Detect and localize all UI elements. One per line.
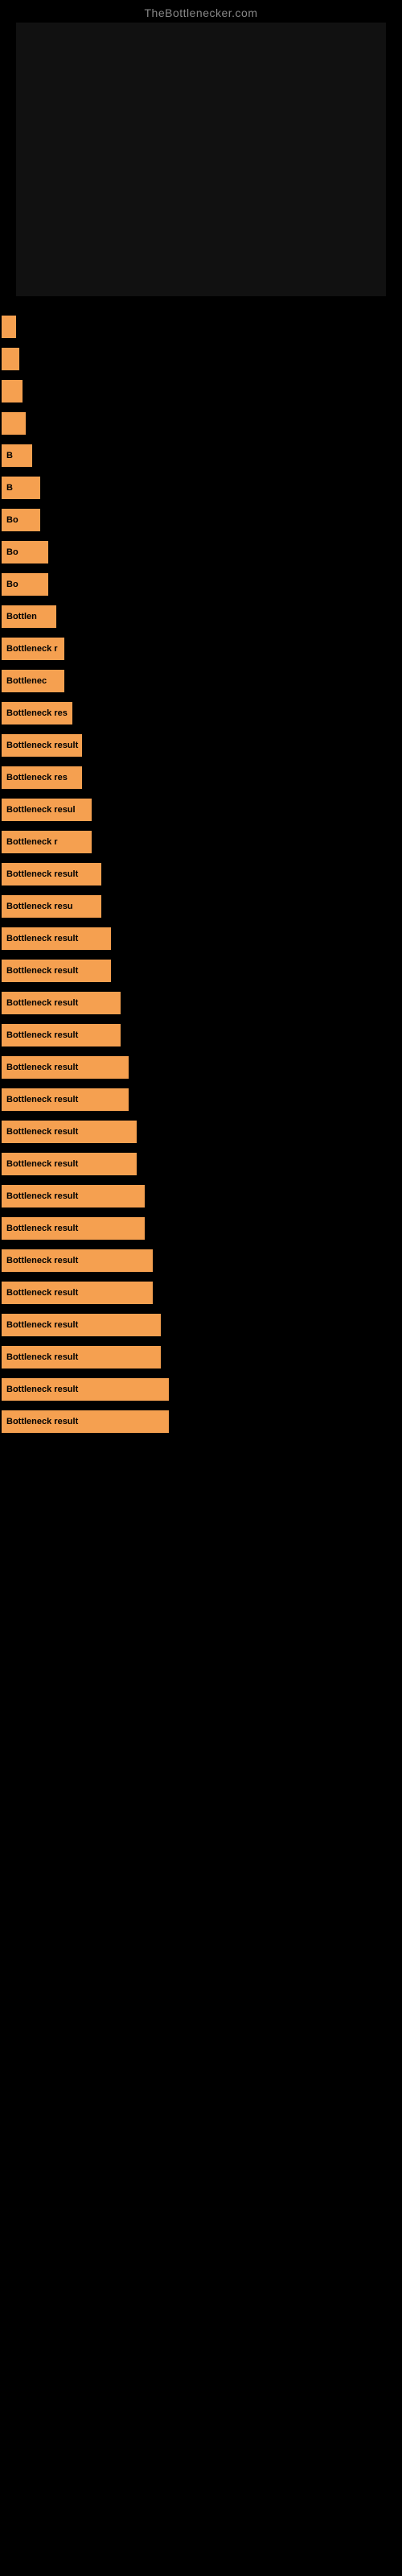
list-item: Bottleneck res [2,763,402,792]
bottleneck-label: Bottleneck result [2,1121,137,1143]
bottleneck-label: Bottlenec [2,670,64,692]
list-item: Bottleneck result [2,1085,402,1114]
bottleneck-label: B [2,444,32,467]
list-item: Bottleneck result [2,1246,402,1275]
list-item: Bottleneck res [2,699,402,728]
list-item [2,312,402,341]
list-item [2,377,402,406]
list-item: Bottleneck result [2,1150,402,1179]
bottleneck-label [2,348,19,370]
list-item: Bottleneck result [2,731,402,760]
list-item: Bottlen [2,602,402,631]
bottleneck-label: Bottleneck result [2,960,111,982]
bottleneck-label: Bottleneck result [2,1217,145,1240]
bottleneck-label: Bottleneck result [2,1410,169,1433]
list-item: Bottleneck result [2,860,402,889]
list-item: Bottleneck result [2,1182,402,1211]
bottleneck-label: Bottleneck res [2,702,72,724]
bottleneck-label: Bottleneck result [2,1282,153,1304]
bottleneck-label: Bottleneck result [2,1314,161,1336]
bottleneck-label: Bottleneck result [2,1088,129,1111]
list-item: Bo [2,570,402,599]
bottleneck-label: Bottleneck result [2,927,111,950]
chart-area [16,23,386,296]
bottleneck-label: Bottleneck r [2,831,92,853]
bottleneck-label [2,380,23,402]
bottleneck-label: Bottleneck resu [2,895,101,918]
list-item: Bottleneck r [2,828,402,857]
list-item: Bottleneck result [2,1117,402,1146]
list-item [2,345,402,374]
bottleneck-label: Bottleneck result [2,1185,145,1208]
bottleneck-label [2,316,16,338]
list-item: Bottleneck resu [2,892,402,921]
bottleneck-label [2,412,26,435]
list-item: B [2,473,402,502]
list-item: Bo [2,506,402,535]
list-item: Bottleneck result [2,1407,402,1436]
list-item: Bottleneck result [2,1311,402,1340]
bottleneck-label: Bottleneck result [2,1346,161,1368]
list-item: Bottleneck result [2,1021,402,1050]
bottleneck-label: Bottleneck result [2,992,121,1014]
list-item: Bottleneck result [2,1053,402,1082]
bottleneck-label: B [2,477,40,499]
bottleneck-label: Bo [2,573,48,596]
bottleneck-label: Bottleneck result [2,1056,129,1079]
list-item: Bottleneck result [2,1278,402,1307]
list-item: Bottleneck result [2,1214,402,1243]
bottleneck-label: Bottleneck result [2,1378,169,1401]
list-item: Bottleneck result [2,924,402,953]
bottleneck-label: Bottleneck r [2,638,64,660]
list-item: B [2,441,402,470]
list-item: Bottlenec [2,667,402,696]
list-item: Bo [2,538,402,567]
list-item: Bottleneck resul [2,795,402,824]
bottleneck-label: Bo [2,541,48,564]
site-title: TheBottlenecker.com [0,0,402,23]
bottleneck-label: Bo [2,509,40,531]
bottleneck-label: Bottleneck result [2,1153,137,1175]
bottleneck-label: Bottleneck result [2,863,101,886]
bottleneck-label: Bottleneck result [2,1249,153,1272]
items-container: BB Bo Bo Bo Bottlen Bottleneck r Bottlenec Bott… [0,304,402,1447]
bottleneck-label: Bottlen [2,605,56,628]
list-item: Bottleneck result [2,1375,402,1404]
list-item: Bottleneck result [2,989,402,1018]
list-item: Bottleneck result [2,956,402,985]
bottleneck-label: Bottleneck resul [2,799,92,821]
bottleneck-label: Bottleneck res [2,766,82,789]
bottleneck-label: Bottleneck result [2,1024,121,1046]
list-item [2,409,402,438]
bottleneck-label: Bottleneck result [2,734,82,757]
list-item: Bottleneck r [2,634,402,663]
list-item: Bottleneck result [2,1343,402,1372]
